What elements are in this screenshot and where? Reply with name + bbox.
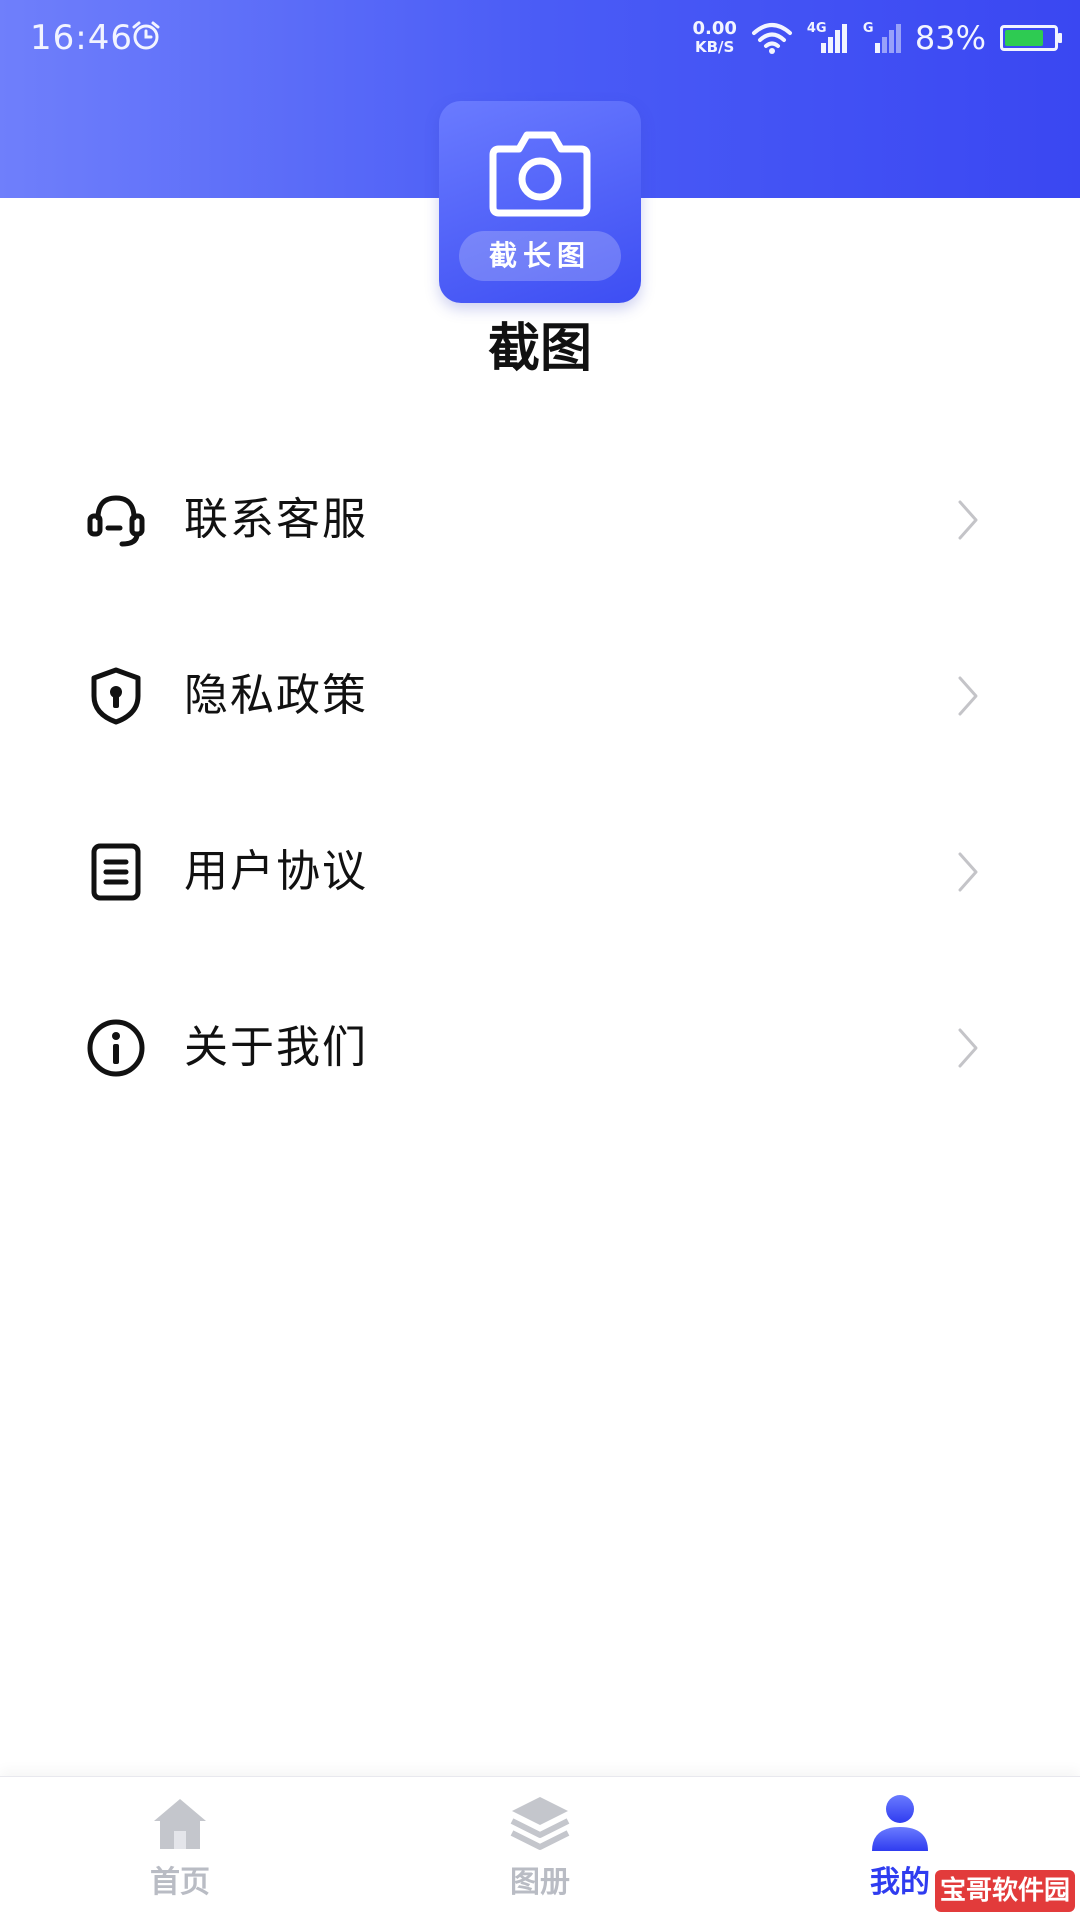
menu-item-privacy-policy[interactable]: 隐私政策 <box>0 606 1080 782</box>
layers-icon <box>510 1797 570 1850</box>
tab-label: 首页 <box>150 1865 210 1900</box>
home-icon <box>154 1799 206 1849</box>
tab-label: 图册 <box>510 1865 570 1900</box>
app-logo-badge: 截长图 <box>459 231 621 281</box>
net-speed-unit: KB/S <box>694 38 735 56</box>
menu-item-label: 用户协议 <box>184 846 368 897</box>
status-bar: 16:46 0.00 KB/S 4G G 83% <box>0 0 1080 80</box>
info-icon <box>87 1019 145 1077</box>
app-name: 截图 <box>487 319 592 379</box>
signal-icon-2: G <box>861 21 901 55</box>
camera-icon <box>489 131 591 217</box>
alarm-icon <box>132 21 160 50</box>
status-right: 0.00 KB/S 4G G 83% <box>692 16 1062 60</box>
net-speed-value: 0.00 <box>692 18 737 39</box>
menu-item-user-agreement[interactable]: 用户协议 <box>0 782 1080 958</box>
signal-icon: 4G <box>807 21 847 55</box>
menu-item-label: 隐私政策 <box>184 670 368 721</box>
watermark-badge: 宝哥软件园 <box>935 1870 1075 1912</box>
wifi-icon <box>751 23 792 54</box>
menu-item-label: 关于我们 <box>184 1022 368 1073</box>
status-time: 16:46 <box>30 18 133 58</box>
headset-icon <box>87 495 145 547</box>
tab-home[interactable]: 首页 <box>80 1777 280 1921</box>
chevron-right-icon <box>958 500 978 540</box>
document-icon <box>91 843 141 901</box>
tab-album[interactable]: 图册 <box>440 1777 640 1921</box>
chevron-right-icon <box>958 1028 978 1068</box>
menu-item-label: 联系客服 <box>184 494 368 545</box>
app-logo: 截长图 <box>439 101 641 303</box>
chevron-right-icon <box>958 852 978 892</box>
chevron-right-icon <box>958 676 978 716</box>
menu-item-about-us[interactable]: 关于我们 <box>0 958 1080 1134</box>
battery-percent: 83% <box>914 19 986 57</box>
battery-fill <box>1005 30 1043 46</box>
battery-icon <box>1000 25 1062 51</box>
bottom-tab-bar: 首页 图册 我的 <box>0 1776 1080 1921</box>
user-icon <box>872 1795 928 1851</box>
net-speed: 0.00 KB/S <box>692 18 737 57</box>
shield-lock-icon <box>91 667 141 725</box>
menu-item-contact-support[interactable]: 联系客服 <box>0 430 1080 606</box>
